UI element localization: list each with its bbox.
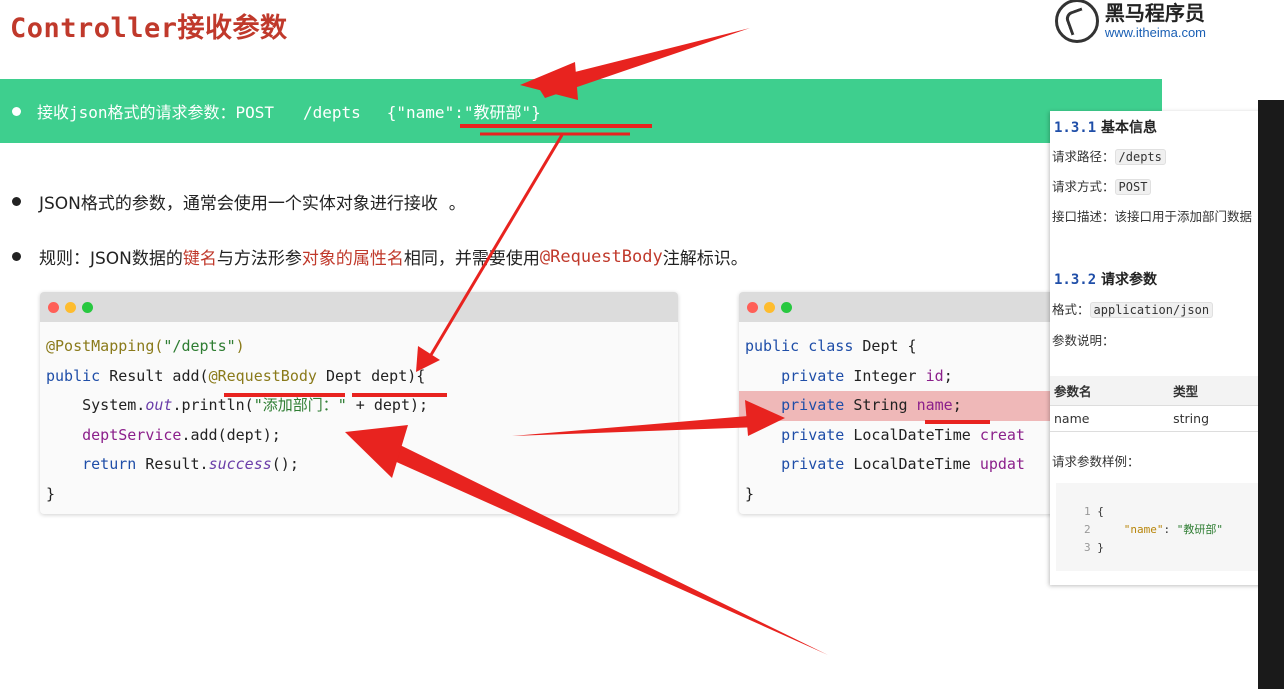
arrow-to-service [392,445,828,655]
arrow-to-name-head [745,400,785,436]
annotation-overlay [224,28,990,655]
arrow-json-to-dept [423,134,564,366]
arrow-to-service-head [345,425,408,478]
arrow-to-name [512,415,760,436]
arrow-json-to-dept-head [416,346,440,372]
